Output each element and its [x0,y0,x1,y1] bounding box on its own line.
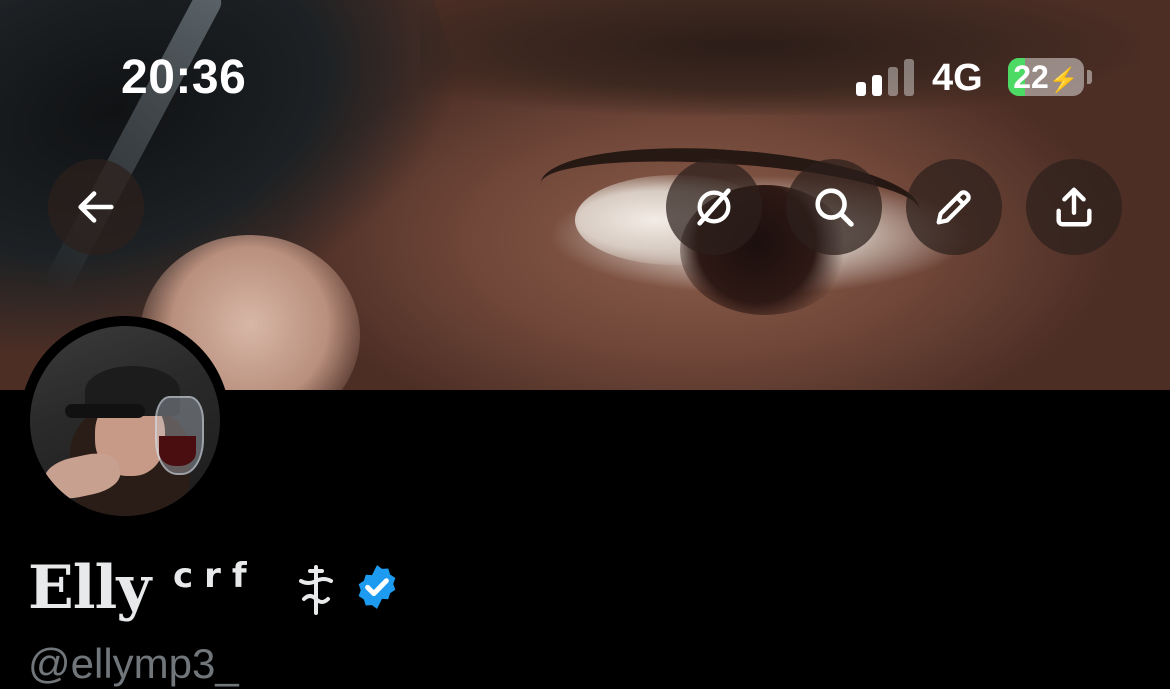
battery-icon: 22⚡ [1008,58,1084,96]
status-time: 20:36 [121,51,247,104]
share-button[interactable] [1026,159,1122,255]
verified-badge-icon[interactable] [352,562,402,612]
search-icon [815,188,854,227]
back-button[interactable] [48,159,144,255]
pencil-icon [936,190,971,225]
profile-handle: @ellymp3_ [28,640,239,687]
signal-strength-icon [856,58,914,96]
arrow-left-icon [78,191,114,223]
grok-icon [697,188,731,226]
search-button[interactable] [786,159,882,255]
grok-button[interactable] [666,159,762,255]
display-name: Elly [28,553,151,623]
battery-percent: 22⚡ [1013,59,1079,95]
display-name-suffix: crf [173,556,258,596]
avatar-photo [30,326,220,516]
battery-tip [1087,70,1092,84]
cross-icon [299,565,333,615]
share-icon [1056,187,1092,227]
network-type: 4G [932,57,983,99]
profile-avatar[interactable] [20,316,230,526]
edit-button[interactable] [906,159,1002,255]
